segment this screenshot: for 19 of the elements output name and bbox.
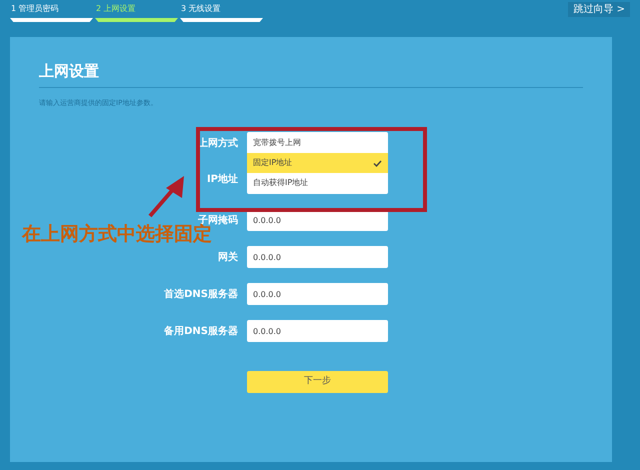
field-label: 首选DNS服务器 [163,288,238,302]
field-label: 备用DNS服务器 [163,324,238,338]
page-title: 上网设置 [38,61,100,81]
dropdown-option[interactable]: 自动获得IP地址 [247,173,388,193]
skip-wizard-button[interactable]: 跳过向导 > [568,2,630,17]
input-field[interactable]: 0.0.0.0 [247,283,388,305]
field-label: IP地址 [206,172,238,187]
step-label: 2 上网设置 [95,3,137,15]
dropdown-list[interactable]: 宽带拨号上网 固定IP地址 自动获得IP地址 [247,132,388,194]
input-field[interactable]: 0.0.0.0 [247,320,388,342]
step-label: 1 管理员密码 [10,3,60,15]
next-button[interactable]: 下一步 [247,371,388,393]
input-field[interactable]: 0.0.0.0 [247,246,388,268]
dropdown-option[interactable]: 固定IP地址 [247,153,388,173]
annotation-text: 在上网方式中选择固定 [22,223,212,246]
step-label: 3 无线设置 [180,3,222,15]
field-label: 子网掩码 [198,214,238,226]
field-label: 网关 [217,250,238,264]
dropdown-option[interactable]: 宽带拨号上网 [247,133,388,153]
